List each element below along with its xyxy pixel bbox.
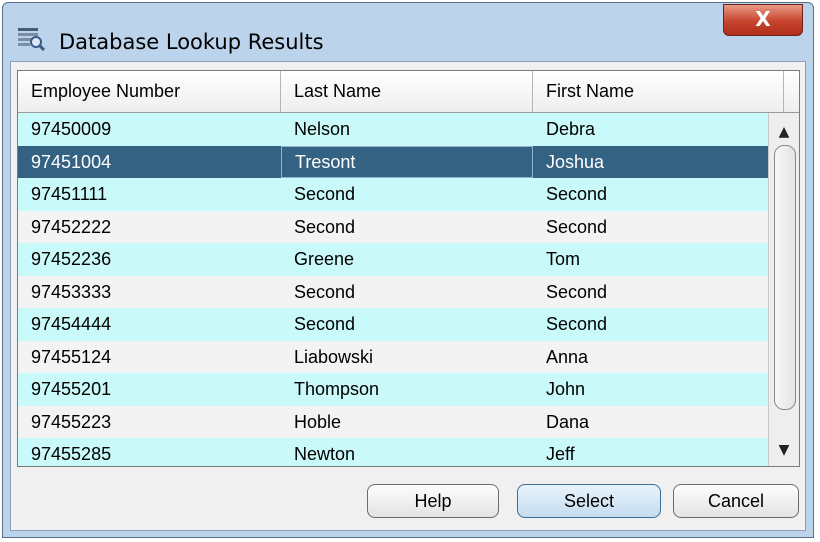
employee-number-cell[interactable]: 97450009 xyxy=(18,113,281,146)
table-body: 97450009 Nelson Debra 97451004 Tresont Joshua… xyxy=(18,113,768,466)
first-name-cell[interactable]: Jeff xyxy=(533,438,768,466)
first-name-cell[interactable]: Second xyxy=(533,178,768,211)
table-row-selected[interactable]: 97451004 Tresont Joshua xyxy=(18,145,768,179)
help-button[interactable]: Help xyxy=(367,484,499,518)
last-name-cell[interactable]: Thompson xyxy=(281,373,533,406)
table-row[interactable]: 97451111 Second Second xyxy=(18,178,768,211)
first-name-cell[interactable]: Second xyxy=(533,276,768,309)
employee-number-cell[interactable]: 97455223 xyxy=(18,406,281,439)
last-name-cell[interactable]: Liabowski xyxy=(281,341,533,374)
database-lookup-icon xyxy=(17,27,46,52)
column-header-last-name[interactable]: Last Name xyxy=(281,71,533,112)
last-name-cell[interactable]: Second xyxy=(281,211,533,244)
table-row[interactable]: 97455201 Thompson John xyxy=(18,373,768,406)
dialog-content: Employee Number Last Name First Name 974… xyxy=(10,61,806,531)
last-name-cell[interactable]: Second xyxy=(281,276,533,309)
employee-number-cell[interactable]: 97455285 xyxy=(18,438,281,466)
table-row[interactable]: 97452222 Second Second xyxy=(18,210,768,244)
first-name-cell[interactable]: Debra xyxy=(533,113,768,146)
table-row[interactable]: 97454444 Second Second xyxy=(18,308,768,341)
title-bar[interactable]: Database Lookup Results X xyxy=(3,3,813,61)
employee-number-cell[interactable]: 97453333 xyxy=(18,276,281,309)
employee-number-cell[interactable]: 97452222 xyxy=(18,211,281,244)
table-row[interactable]: 97455223 Hoble Dana xyxy=(18,405,768,439)
first-name-cell[interactable]: Second xyxy=(533,308,768,341)
first-name-cell[interactable]: Anna xyxy=(533,341,768,374)
employee-number-cell[interactable]: 97451004 xyxy=(18,146,281,179)
last-name-cell[interactable]: Nelson xyxy=(281,113,533,146)
table-row[interactable]: 97453333 Second Second xyxy=(18,275,768,309)
last-name-cell[interactable]: Tresont xyxy=(281,145,533,178)
last-name-cell[interactable]: Newton xyxy=(281,438,533,466)
table-row[interactable]: 97455124 Liabowski Anna xyxy=(18,340,768,374)
vertical-scrollbar[interactable]: ▲ ▼ xyxy=(768,113,799,466)
window-title: Database Lookup Results xyxy=(59,30,324,54)
close-button[interactable]: X xyxy=(723,4,803,36)
table-row[interactable]: 97455285 Newton Jeff xyxy=(18,438,768,466)
employee-number-cell[interactable]: 97455201 xyxy=(18,373,281,406)
employee-number-cell[interactable]: 97455124 xyxy=(18,341,281,374)
first-name-cell[interactable]: Second xyxy=(533,211,768,244)
last-name-cell[interactable]: Second xyxy=(281,178,533,211)
scroll-thumb[interactable] xyxy=(774,145,796,410)
scroll-down-icon[interactable]: ▼ xyxy=(769,435,799,465)
employee-number-cell[interactable]: 97452236 xyxy=(18,243,281,276)
results-table: Employee Number Last Name First Name 974… xyxy=(17,70,800,467)
lookup-dialog: Database Lookup Results X Employee Numbe… xyxy=(2,2,814,538)
table-header: Employee Number Last Name First Name xyxy=(18,71,799,113)
select-button[interactable]: Select xyxy=(517,484,661,518)
employee-number-cell[interactable]: 97451111 xyxy=(18,178,281,211)
first-name-cell[interactable]: Joshua xyxy=(533,146,768,179)
table-row[interactable]: 97450009 Nelson Debra xyxy=(18,113,768,146)
column-header-employee-number[interactable]: Employee Number xyxy=(18,71,281,112)
column-header-first-name[interactable]: First Name xyxy=(533,71,784,112)
last-name-cell[interactable]: Hoble xyxy=(281,406,533,439)
first-name-cell[interactable]: Dana xyxy=(533,406,768,439)
last-name-cell[interactable]: Greene xyxy=(281,243,533,276)
table-row[interactable]: 97452236 Greene Tom xyxy=(18,243,768,276)
cancel-button[interactable]: Cancel xyxy=(673,484,799,518)
first-name-cell[interactable]: Tom xyxy=(533,243,768,276)
first-name-cell[interactable]: John xyxy=(533,373,768,406)
employee-number-cell[interactable]: 97454444 xyxy=(18,308,281,341)
last-name-cell[interactable]: Second xyxy=(281,308,533,341)
scroll-up-icon[interactable]: ▲ xyxy=(769,117,799,147)
